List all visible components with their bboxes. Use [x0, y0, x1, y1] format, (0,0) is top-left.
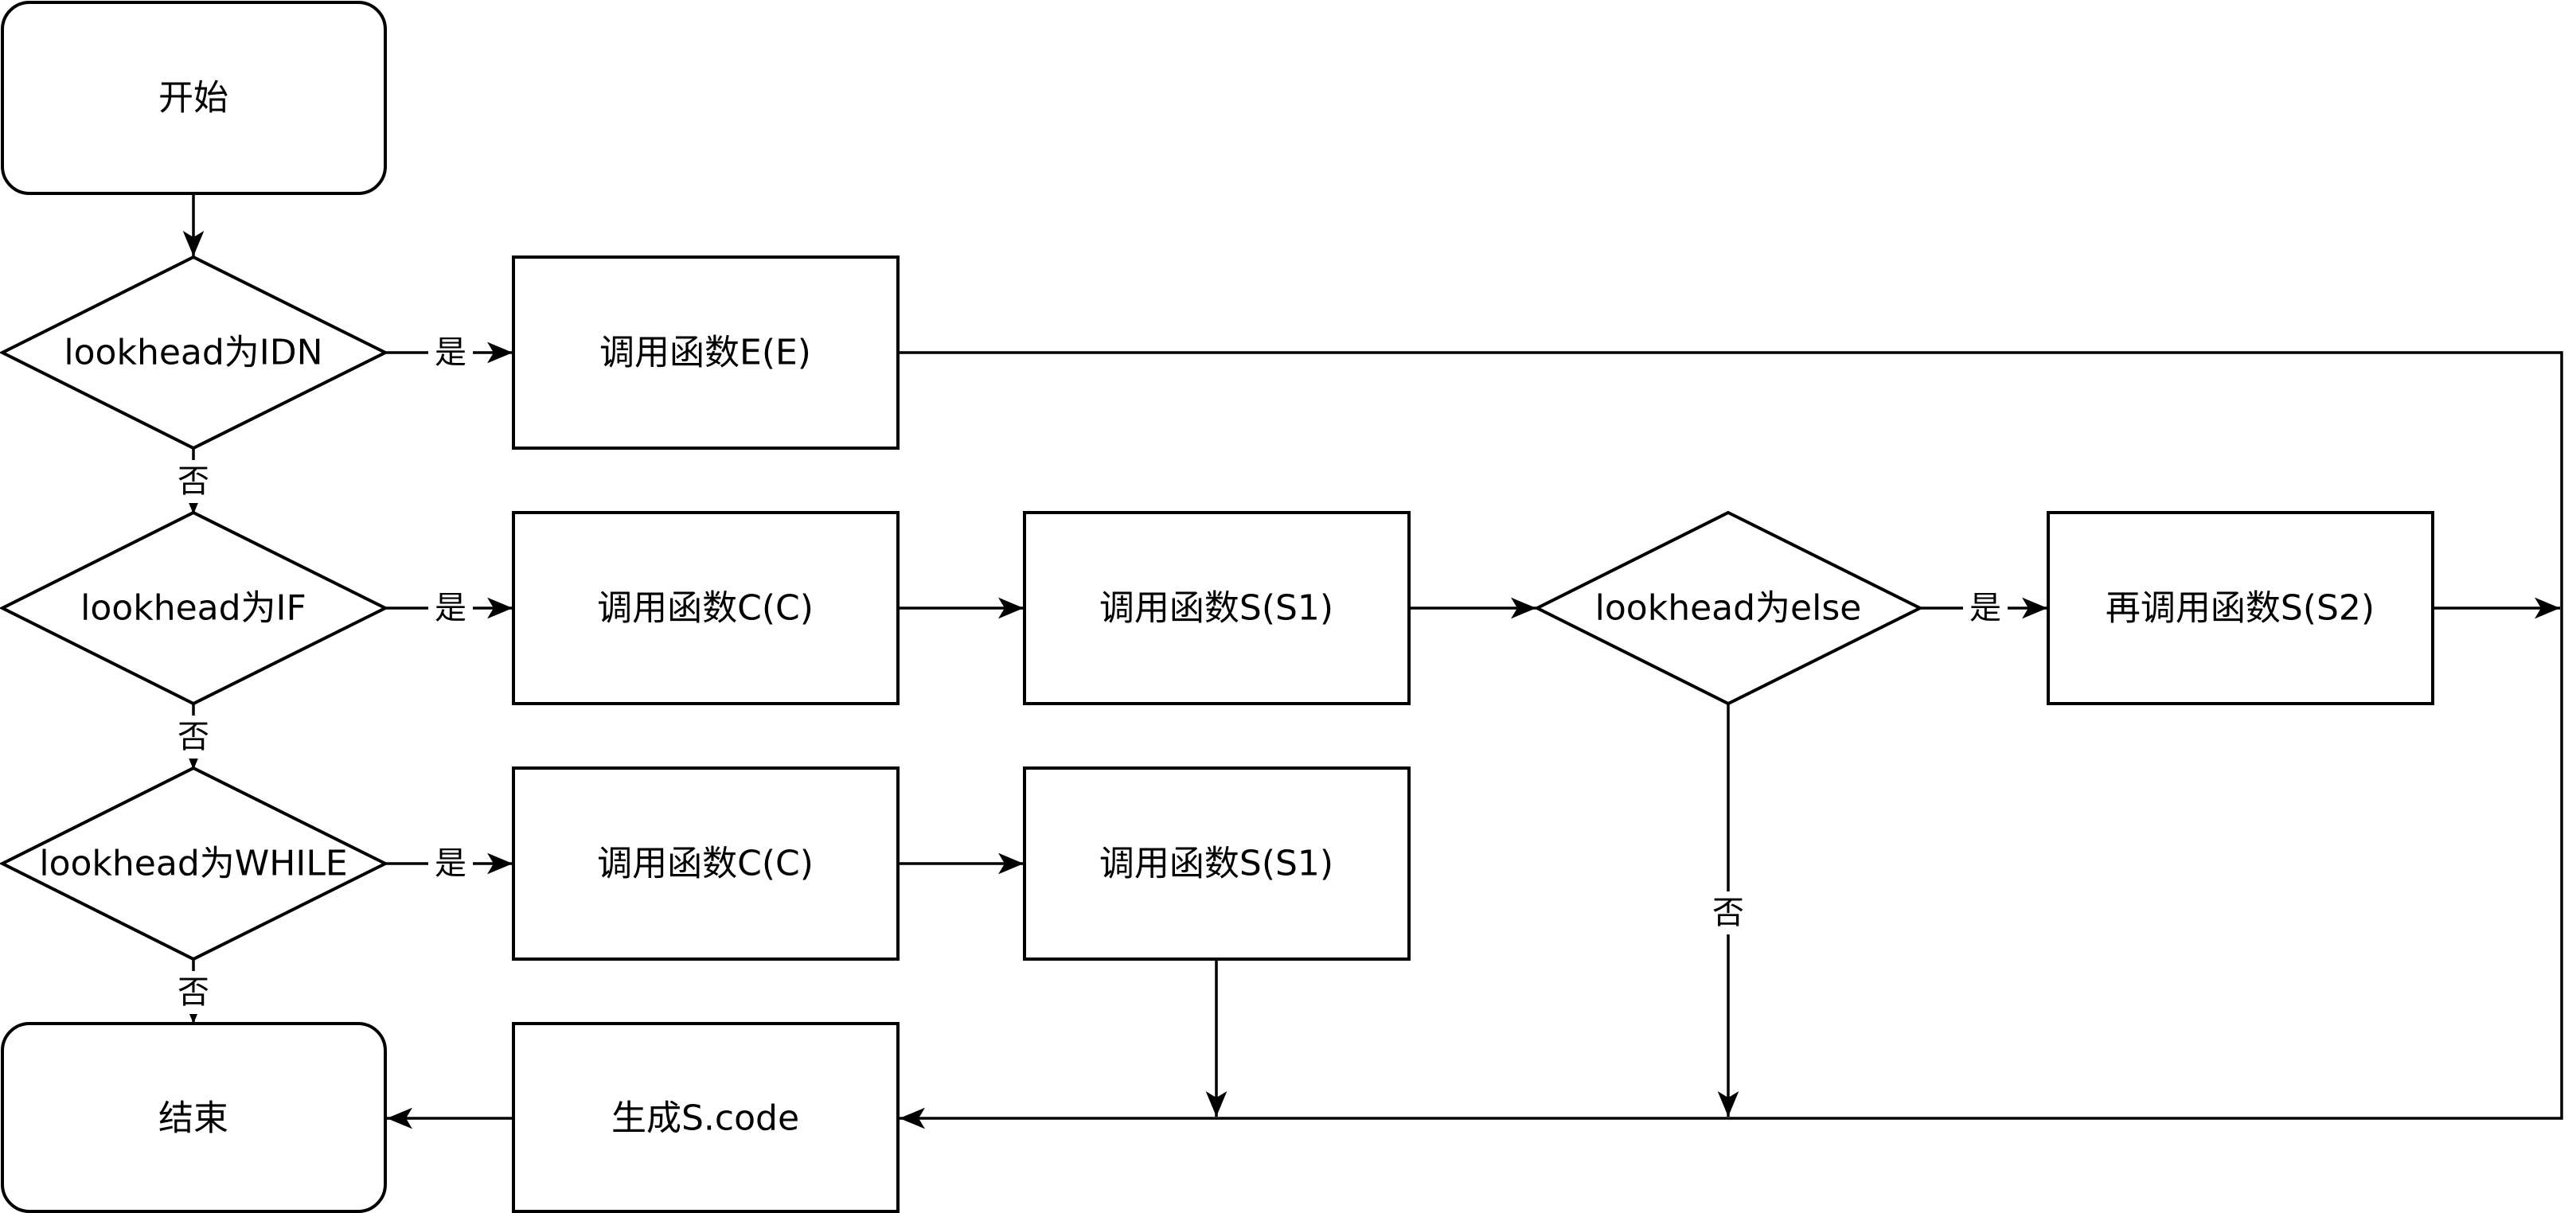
call-s2-label: 再调用函数S(S2): [2106, 588, 2375, 629]
decision-idn-label: lookhead为IDN: [64, 333, 322, 373]
if-no-label: 否: [178, 719, 209, 755]
node-end: 结束: [1, 1022, 387, 1213]
decision-if-label: lookhead为IF: [80, 588, 306, 629]
while-call-s1-label: 调用函数S(S1): [1099, 844, 1333, 884]
process-if-call-c: 调用函数C(C): [512, 511, 900, 705]
idn-yes-label: 是: [435, 334, 466, 371]
decision-while: lookhead为WHILE: [0, 766, 389, 961]
decision-if: lookhead为IF: [0, 510, 389, 706]
process-if-call-s1: 调用函数S(S1): [1023, 511, 1411, 705]
end-label: 结束: [158, 1098, 228, 1139]
if-call-c-label: 调用函数C(C): [597, 588, 814, 629]
decision-else-label: lookhead为else: [1595, 588, 1862, 629]
edge-call-e-to-gen-code: [898, 351, 2563, 1129]
process-call-s2: 再调用函数S(S2): [2047, 511, 2434, 705]
flowchart: 开始 lookhead为IDN 调用函数E(E) lookhead为IF 调用函…: [0, 1, 2563, 1213]
idn-no-label: 否: [178, 463, 209, 500]
gen-code-label: 生成S.code: [611, 1098, 799, 1139]
call-e-label: 调用函数E(E): [599, 333, 811, 373]
if-call-s1-label: 调用函数S(S1): [1099, 588, 1333, 629]
process-call-e: 调用函数E(E): [512, 255, 900, 450]
else-no-label: 否: [1712, 895, 1744, 931]
decision-while-label: lookhead为WHILE: [39, 844, 347, 884]
process-gen-code: 生成S.code: [512, 1022, 900, 1213]
decision-else: lookhead为else: [1533, 510, 1924, 706]
while-call-c-label: 调用函数C(C): [597, 844, 814, 884]
if-yes-label: 是: [435, 590, 466, 626]
decision-idn: lookhead为IDN: [0, 255, 389, 450]
while-no-label: 否: [178, 974, 209, 1011]
process-while-call-s1: 调用函数S(S1): [1023, 766, 1411, 961]
while-yes-label: 是: [435, 845, 466, 882]
start-label: 开始: [158, 78, 228, 119]
process-while-call-c: 调用函数C(C): [512, 766, 900, 961]
node-start: 开始: [1, 1, 387, 195]
else-yes-label: 是: [1969, 590, 2001, 626]
